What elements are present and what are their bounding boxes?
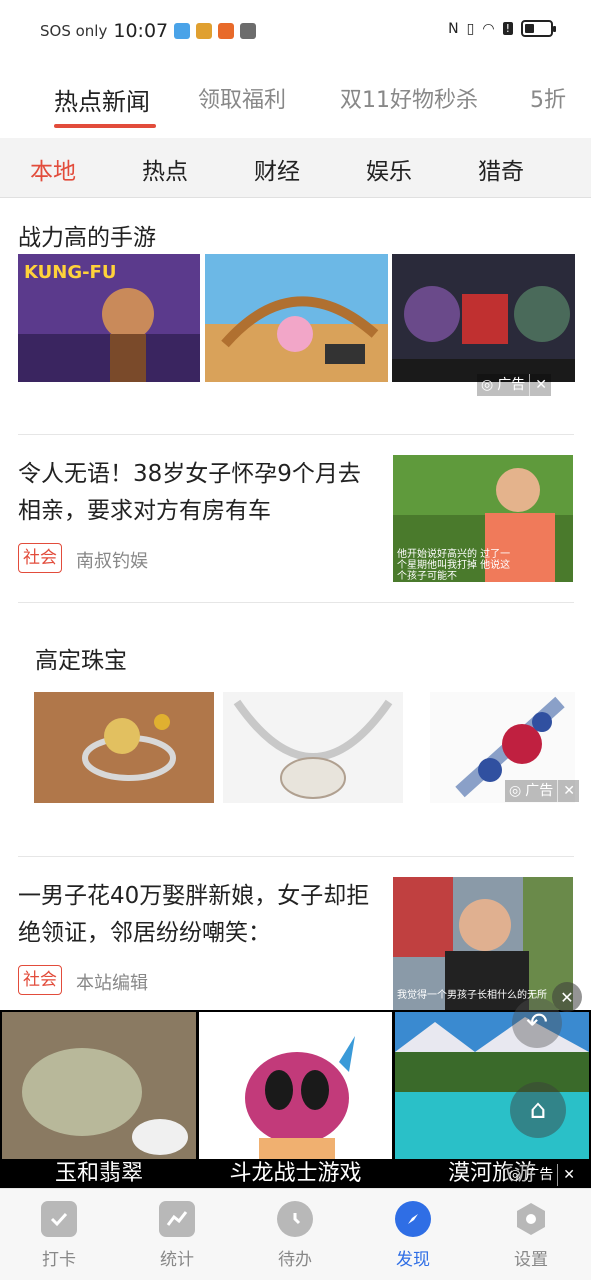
nfc-icon: N [448, 20, 459, 37]
jewelry-ad-image-2[interactable] [223, 692, 403, 803]
feed-divider [18, 434, 574, 435]
news-thumbnail[interactable]: 我觉得一个男孩子长相什么的无所 [393, 877, 573, 1010]
category-hot[interactable]: 热点 [142, 152, 188, 186]
compass-icon [395, 1201, 431, 1237]
ad-icon: ◎ [509, 1167, 522, 1183]
ad-caption-dragon-game[interactable]: 斗龙战士游戏 [199, 1155, 392, 1187]
ad-image-dragon-game[interactable] [199, 1012, 392, 1159]
game-ad-image-3[interactable] [392, 254, 575, 382]
category-bar: 本地 热点 财经 娱乐 猎奇 [0, 138, 591, 198]
nav-label: 发现 [396, 1250, 430, 1270]
check-icon [41, 1201, 77, 1237]
nav-todo[interactable]: 待办 [255, 1201, 335, 1270]
status-bar: SOS only 10:07 N ▯ ◠ ! [0, 0, 591, 66]
jewelry-ad-title[interactable]: 高定珠宝 [35, 641, 127, 675]
bottom-nav-bar: 打卡 统计 待办 发现 设置 [0, 1188, 591, 1280]
weather-app-icon [174, 23, 191, 39]
nav-settings[interactable]: 设置 [491, 1201, 571, 1270]
vibrate-icon: ▯ [466, 20, 475, 37]
news-source[interactable]: 南叔钓娱 [76, 547, 148, 573]
battery-icon [521, 20, 556, 37]
category-entertainment[interactable]: 娱乐 [366, 152, 412, 186]
nav-label: 打卡 [42, 1250, 76, 1270]
ad-close-icon[interactable]: ✕ [557, 780, 575, 802]
ad-close-icon[interactable]: ✕ [557, 1164, 575, 1186]
clock-icon [277, 1201, 313, 1237]
nav-stats[interactable]: 统计 [137, 1201, 217, 1270]
news-title[interactable]: 令人无语！38岁女子怀孕9个月去相亲，要求对方有房有车 [18, 456, 378, 530]
news-thumbnail[interactable]: 他开始说好高兴的 过了一个星期他叫我打掉 他说这个孩子可能不 [393, 455, 573, 582]
ad-image-mohe-travel[interactable] [395, 1012, 589, 1159]
person-app-icon [240, 23, 257, 39]
nav-checkin[interactable]: 打卡 [19, 1201, 99, 1270]
category-tag: 社会 [18, 965, 62, 995]
top-tab-bar: 热点新闻 领取福利 双11好物秒杀 5折 [0, 66, 591, 138]
game-ad-image-1[interactable]: KUNG-FU [18, 254, 200, 382]
novel-app-icon [218, 23, 235, 39]
nav-label: 设置 [514, 1250, 548, 1270]
category-finance[interactable]: 财经 [254, 152, 300, 186]
alert-icon: ! [502, 22, 513, 35]
nav-label: 待办 [278, 1250, 312, 1270]
ad-badge[interactable]: ◎ 广告 ✕ [505, 780, 579, 802]
tab-half-price[interactable]: 5折 [530, 82, 566, 114]
ad-badge[interactable]: ◎ 广告 ✕ [477, 374, 551, 396]
ad-image-jade[interactable] [2, 1012, 196, 1159]
ad-icon: ◎ [509, 783, 522, 799]
news-source[interactable]: 本站编辑 [76, 969, 148, 995]
ad-badge[interactable]: ◎ 广告 ✕ [505, 1164, 579, 1186]
games-ad-title[interactable]: 战力高的手游 [18, 218, 156, 252]
nav-discover[interactable]: 发现 [373, 1201, 453, 1270]
ad-caption-jade[interactable]: 玉和翡翠 [2, 1155, 196, 1187]
thumbnail-caption: 他开始说好高兴的 过了一个星期他叫我打掉 他说这个孩子可能不 [397, 549, 511, 582]
active-tab-indicator [54, 124, 156, 128]
tab-welfare[interactable]: 领取福利 [198, 82, 286, 114]
game-ad-image-2[interactable] [205, 254, 388, 382]
category-local[interactable]: 本地 [30, 152, 76, 186]
tab-double11[interactable]: 双11好物秒杀 [340, 82, 478, 114]
tab-hot-news[interactable]: 热点新闻 [54, 82, 150, 117]
svg-text:KUNG-FU: KUNG-FU [24, 262, 116, 283]
category-bizarre[interactable]: 猎奇 [478, 152, 524, 186]
wifi-icon: ◠ [482, 20, 495, 37]
nav-label: 统计 [160, 1250, 194, 1270]
ad-icon: ◎ [481, 377, 494, 393]
feed-divider [18, 602, 574, 603]
clock: 10:07 [113, 20, 169, 42]
news-title[interactable]: 一男子花40万娶胖新娘，女子却拒绝领证，邻居纷纷嘲笑： [18, 878, 378, 952]
back-icon[interactable]: ↶ [512, 998, 562, 1048]
jewelry-ad-image-1[interactable] [34, 692, 214, 803]
category-tag: 社会 [18, 543, 62, 573]
feed-divider [18, 856, 574, 857]
upload-icon [196, 23, 213, 39]
ad-close-icon[interactable]: ✕ [529, 374, 547, 396]
home-icon[interactable]: ⌂ [510, 1082, 566, 1138]
chart-icon [159, 1201, 195, 1237]
hexagon-settings-icon [513, 1201, 549, 1237]
carrier-text: SOS only [40, 22, 108, 40]
